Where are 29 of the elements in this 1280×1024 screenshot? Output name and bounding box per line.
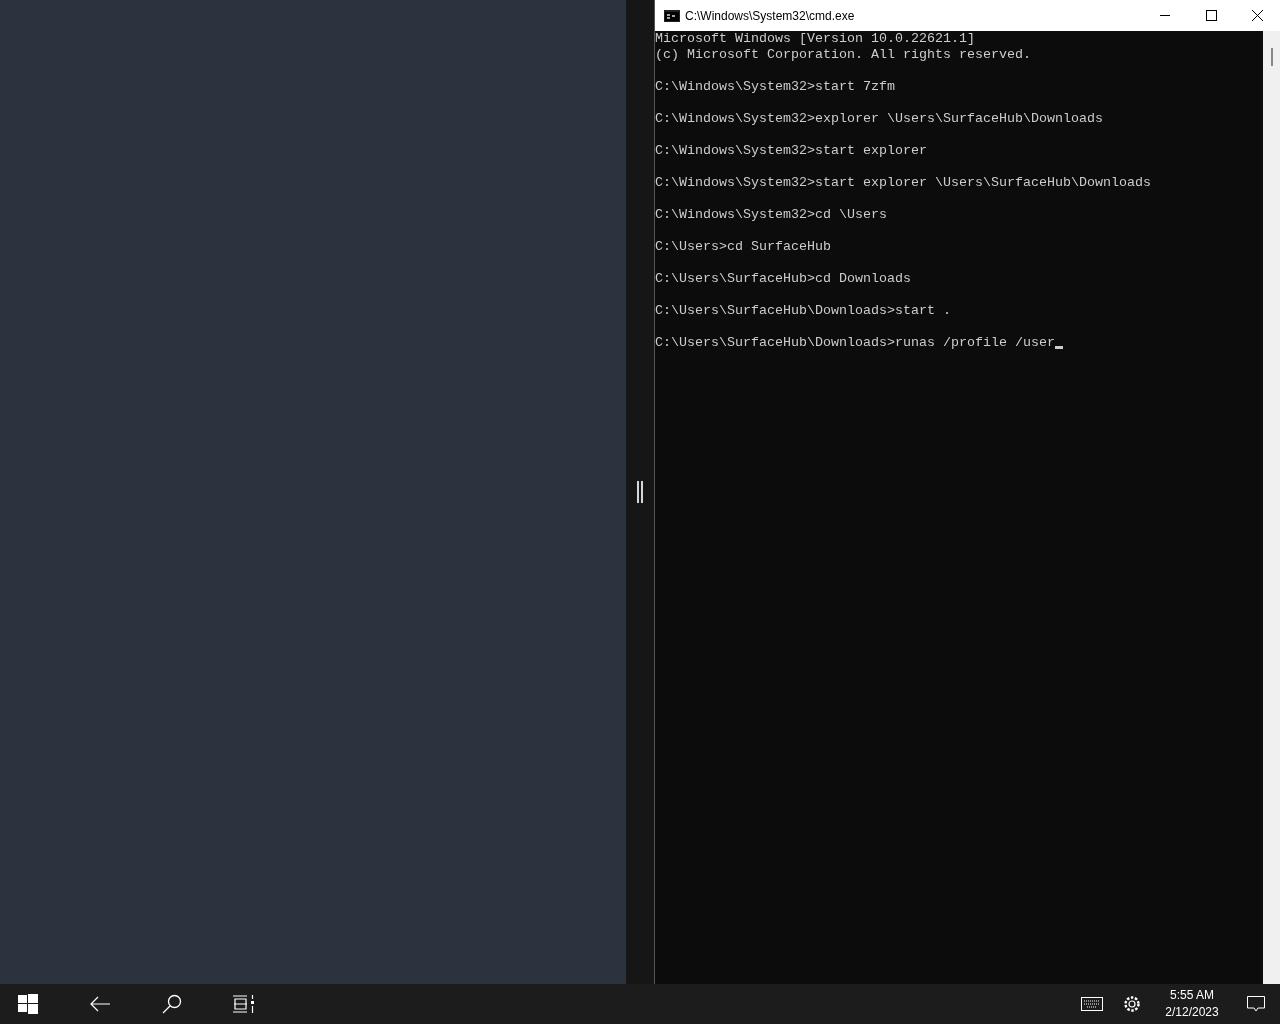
console-line: C:\Users\SurfaceHub>cd Downloads [655,271,911,287]
maximize-icon [1205,10,1217,21]
console-line: C:\Users>cd SurfaceHub [655,239,831,255]
console-icon [664,9,680,22]
console-line: C:\Windows\System32>cd \Users [655,207,887,223]
keyboard-icon [1081,997,1103,1011]
console-line: C:\Windows\System32>start explorer [655,143,927,159]
windows-logo-icon [18,994,38,1014]
settings-icon [1123,995,1141,1013]
notification-icon [1247,996,1265,1012]
grip-icon [636,481,644,503]
console-line: C:\Windows\System32>start explorer \Users\SurfaceHub\Downloads [655,175,1151,191]
clock-time: 5:55 AM [1170,987,1214,1004]
console-line: C:\Users\SurfaceHub\Downloads>runas /profile /user [655,335,1055,351]
minimize-icon [1160,15,1170,16]
console-line: Microsoft Windows [Version 10.0.22621.1] [655,31,975,47]
search-icon [162,994,182,1014]
console-line: (c) Microsoft Corporation. All rights reserved. [655,47,1031,63]
task-view-icon [233,995,255,1013]
window-title: C:\Windows\System32\cmd.exe [685,7,856,25]
console-line: C:\Windows\System32>explorer \Users\SurfaceHub\Downloads [655,111,1103,127]
console-line: C:\Windows\System32>start 7zfm [655,79,895,95]
close-icon [1251,10,1263,21]
back-arrow-icon [90,996,110,1012]
scrollbar-thumb[interactable] [1270,48,1273,66]
clock[interactable]: 5:55 AM 2/12/2023 [1152,987,1232,1021]
scrollbar[interactable] [1263,31,1280,984]
clock-date: 2/12/2023 [1165,1004,1219,1021]
console-line: C:\Users\SurfaceHub\Downloads>start . [655,303,951,319]
